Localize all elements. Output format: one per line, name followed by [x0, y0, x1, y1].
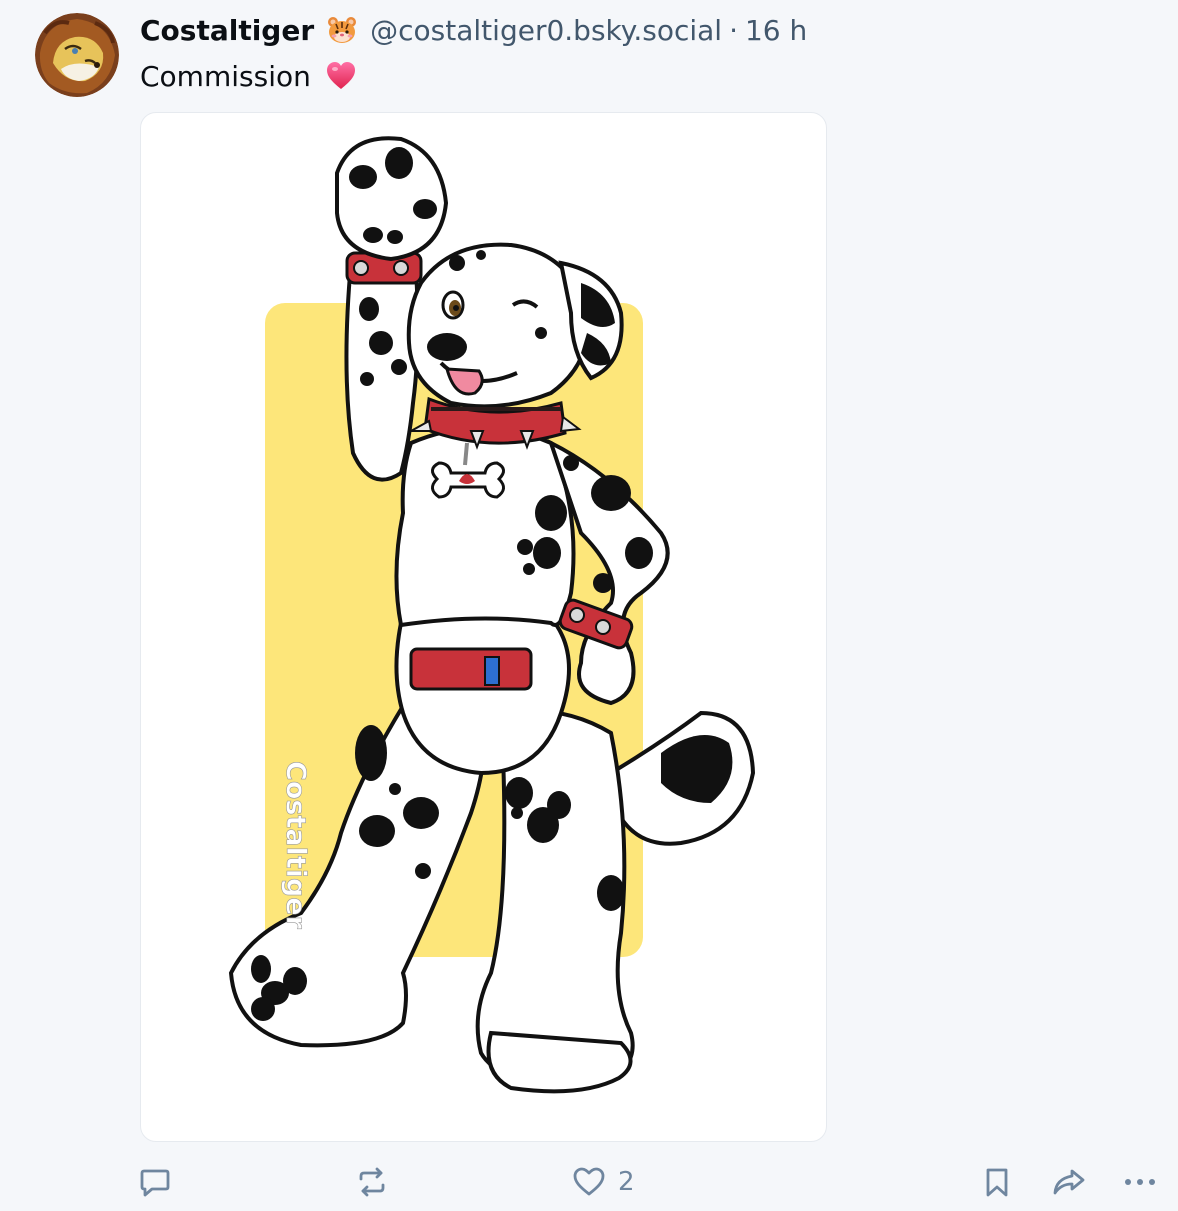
meta-separator: ·: [729, 13, 738, 47]
lion-avatar-icon: [35, 13, 119, 97]
bookmark-button[interactable]: [980, 1158, 1014, 1206]
author-avatar[interactable]: [35, 13, 119, 97]
post-text-content: Commission: [140, 59, 311, 93]
reply-button[interactable]: [138, 1158, 172, 1206]
repost-icon: [359, 1167, 385, 1197]
post-card: Costaltiger @costaltiger0.bsky.social · …: [0, 0, 1178, 1211]
post-text: Commission: [140, 56, 357, 96]
heart-emoji-icon: [325, 60, 357, 92]
author-display-name[interactable]: Costaltiger: [140, 14, 314, 47]
author-handle[interactable]: @costaltiger0.bsky.social: [370, 14, 722, 47]
image-watermark: Costaltiger: [280, 761, 311, 930]
tiger-face-emoji-icon: [326, 14, 358, 46]
more-icon: [1125, 1179, 1155, 1185]
post-actions-bar: 2: [0, 1158, 1178, 1206]
dalmatian-illustration: Costaltiger: [228, 136, 756, 1094]
like-button[interactable]: 2: [572, 1158, 635, 1206]
more-options-button[interactable]: [1122, 1158, 1158, 1206]
like-icon: [573, 1167, 605, 1196]
post-timestamp[interactable]: 16 h: [745, 14, 807, 47]
share-icon: [1053, 1169, 1085, 1195]
repost-button[interactable]: [355, 1158, 389, 1206]
reply-icon: [140, 1169, 170, 1197]
like-count: 2: [618, 1167, 635, 1197]
post-header: Costaltiger @costaltiger0.bsky.social · …: [140, 10, 807, 50]
bookmark-icon: [986, 1168, 1008, 1197]
share-button[interactable]: [1051, 1158, 1087, 1206]
post-image[interactable]: Costaltiger: [140, 112, 827, 1142]
